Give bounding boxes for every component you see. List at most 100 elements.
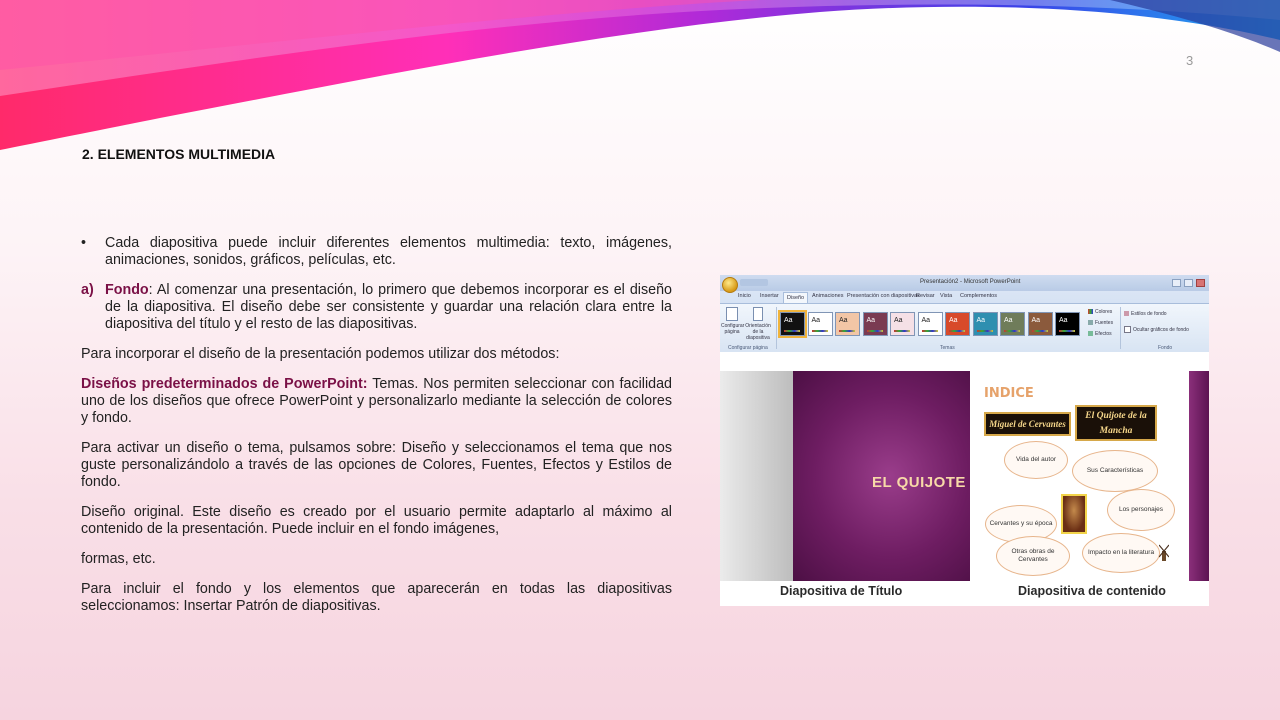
caption-title-slide: Diapositiva de Título (780, 584, 903, 598)
paragraph-predefined: Diseños predeterminados de PowerPoint: T… (81, 376, 672, 427)
indice-heading: INDICE (984, 386, 1034, 401)
theme-thumbnail-label: Aa (811, 317, 821, 324)
theme-thumbnail-label: Aa (921, 317, 931, 324)
list-item-a-content: Fondo: Al comenzar una presentación, lo … (105, 282, 672, 333)
slide-title: 2. ELEMENTOS MULTIMEDIA (82, 146, 276, 162)
configurar-pagina-label: Configurar página (721, 323, 745, 335)
theme-color-strip (784, 330, 800, 332)
close-icon (1196, 279, 1205, 287)
tab-animaciones: Animaciones (812, 293, 844, 299)
theme-thumbnail-label: Aa (949, 317, 958, 324)
efectos-label: Efectos (1095, 331, 1112, 337)
orientacion-button: Orientación de la diapositiva (744, 307, 772, 341)
colors-icon (1088, 309, 1093, 315)
theme-thumbnail-label: Aa (894, 317, 903, 324)
bubble-impacto: Impacto en la literatura (1082, 533, 1160, 573)
theme-thumbnail: Aa (862, 312, 888, 336)
powerpoint-screenshot: Presentación2 - Microsoft PowerPoint Ini… (720, 275, 1209, 606)
term-fondo: Fondo (105, 282, 149, 298)
theme-color-strip (976, 330, 993, 332)
group-label-fondo: Fondo (1158, 345, 1173, 351)
bubble-vida: Vida del autor (1004, 441, 1068, 479)
theme-color-strip (949, 330, 965, 332)
theme-color-strip (1059, 330, 1075, 332)
theme-thumbnail-label: Aa (1059, 317, 1068, 324)
paragraph-formas: formas, etc. (81, 551, 156, 567)
orientation-icon (753, 307, 763, 321)
window-title: Presentación2 - Microsoft PowerPoint (920, 279, 1021, 285)
bullet-text: Cada diapositiva puede incluir diferente… (105, 235, 672, 268)
theme-color-strip (1031, 330, 1048, 332)
theme-thumbnail: Aa (778, 310, 807, 338)
theme-thumbnail-label: Aa (866, 317, 876, 324)
theme-thumbnail-label: Aa (784, 317, 793, 324)
theme-thumbnail-label: Aa (839, 317, 848, 324)
window-titlebar: Presentación2 - Microsoft PowerPoint (720, 275, 1209, 293)
quick-access-toolbar (740, 279, 768, 286)
theme-thumbnail: Aa (1000, 312, 1025, 336)
efectos-option: Efectos (1088, 331, 1112, 337)
theme-thumbnail: Aa (917, 312, 943, 336)
theme-thumbnail: Aa (807, 312, 833, 336)
tab-complementos: Complementos (960, 293, 997, 299)
ocultar-graficos-label: Ocultar gráficos de fondo (1133, 326, 1189, 333)
maximize-icon (1184, 279, 1193, 287)
tab-presentacion: Presentación con diapositivas (847, 293, 920, 299)
title-slide-side (720, 371, 793, 581)
tab-insertar: Insertar (760, 293, 779, 299)
label-book: El Quijote de la Mancha (1075, 405, 1157, 441)
ribbon-tabs: Inicio Insertar Diseño Animaciones Prese… (720, 291, 1209, 303)
tab-vista: Vista (940, 293, 953, 299)
ribbon: Presentación2 - Microsoft PowerPoint Ini… (720, 275, 1209, 352)
ribbon-separator (776, 307, 777, 349)
group-label-config: Configurar página (728, 345, 768, 351)
list-item-a-text: : Al comenzar una presentación, lo prime… (105, 282, 672, 332)
group-label-temas: Temas (940, 345, 955, 351)
paragraph-activate: Para activar un diseño o tema, pulsamos … (81, 440, 672, 490)
slide-body: • Cada diapositiva puede incluir diferen… (81, 235, 672, 628)
theme-color-strip (839, 330, 855, 332)
background-styles-icon (1124, 311, 1129, 317)
fuentes-label: Fuentes (1095, 320, 1114, 326)
fonts-icon (1088, 320, 1093, 326)
bubble-caracteristicas: Sus Características (1072, 450, 1158, 492)
theme-thumbnail: Aa (835, 312, 860, 336)
tab-diseno: Diseño (783, 292, 809, 303)
theme-thumbnail: Aa (1027, 312, 1053, 336)
header-swoosh (0, 0, 1280, 150)
caption-content-slide: Diapositiva de contenido (1018, 584, 1166, 598)
bubble-personajes: Los personajes (1107, 489, 1175, 531)
theme-thumbnail-label: Aa (976, 317, 986, 324)
theme-thumbnail: Aa (890, 312, 915, 336)
theme-thumbnail-label: Aa (1031, 317, 1041, 324)
slide-number: 3 (1186, 53, 1194, 68)
paragraph-methods: Para incorporar el diseño de la presenta… (81, 346, 560, 362)
list-marker-a: a) (81, 282, 94, 298)
theme-color-strip (811, 330, 828, 332)
theme-thumbnail: Aa (972, 312, 998, 336)
effects-icon (1088, 331, 1093, 337)
bullet-item: • Cada diapositiva puede incluir diferen… (81, 235, 672, 269)
fuentes-option: Fuentes (1088, 320, 1113, 326)
checkbox-icon (1124, 326, 1131, 333)
windmill-icon (1159, 544, 1169, 561)
content-slide-side (1189, 371, 1209, 581)
tab-revisar: Revisar (916, 293, 935, 299)
theme-thumbnail: Aa (945, 312, 970, 336)
theme-color-strip (894, 330, 910, 332)
bullet-marker: • (81, 235, 87, 251)
cervantes-portrait (1061, 494, 1087, 534)
minimize-icon (1172, 279, 1181, 287)
colores-option: Colores (1088, 309, 1112, 315)
ocultar-graficos-option: Ocultar gráficos de fondo (1124, 326, 1189, 333)
estilos-fondo-option: Estilos de fondo (1124, 311, 1167, 317)
term-predefined: Diseños predeterminados de PowerPoint: (81, 376, 368, 392)
paragraph-include: Para incluir el fondo y los elementos qu… (81, 581, 672, 614)
theme-color-strip (866, 330, 883, 332)
bubble-otras-obras: Otras obras de Cervantes (996, 536, 1070, 576)
tab-inicio: Inicio (738, 293, 751, 299)
title-slide-text: EL QUIJOTE (872, 474, 966, 491)
orientacion-label: Orientación de la diapositiva (745, 323, 771, 341)
label-author: Miguel de Cervantes (984, 412, 1071, 436)
theme-thumbnail-label: Aa (1004, 317, 1013, 324)
